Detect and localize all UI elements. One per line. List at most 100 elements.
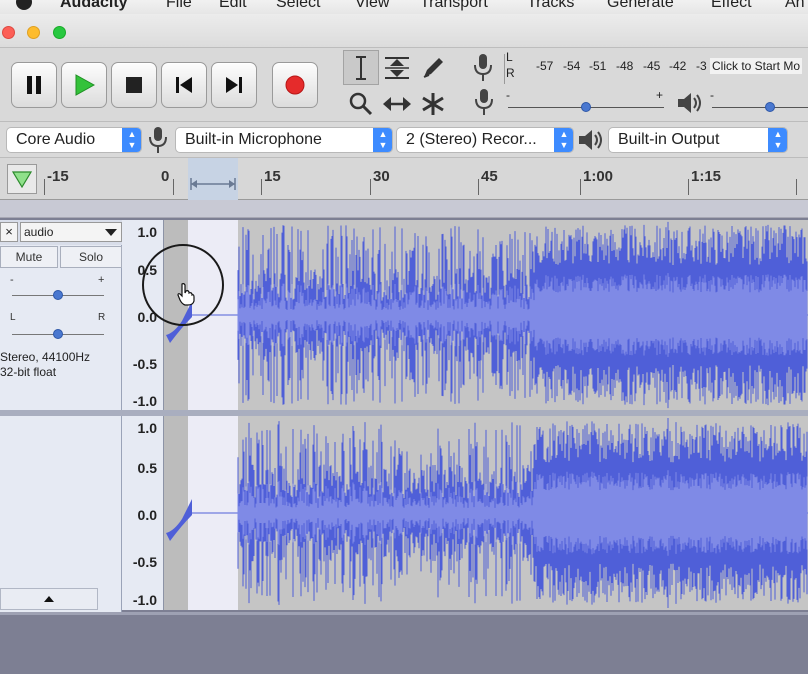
menu-view[interactable]: View bbox=[355, 0, 389, 12]
ruler-label: 30 bbox=[373, 168, 390, 185]
gain-minus-label: - bbox=[10, 274, 14, 286]
play-button[interactable] bbox=[61, 62, 107, 108]
recording-channels-select[interactable]: 2 (Stereo) Recor... ▲ ▼ bbox=[396, 127, 574, 153]
speaker-icon bbox=[579, 130, 602, 150]
menu-generate[interactable]: Generate bbox=[607, 0, 674, 12]
multi-tool[interactable] bbox=[415, 86, 451, 121]
track-name-menu[interactable]: audio bbox=[20, 222, 122, 242]
recording-device-select[interactable]: Built-in Microphone ▲ ▼ bbox=[175, 127, 393, 153]
ruler-label: 1:15 bbox=[691, 168, 722, 185]
track-format-info: Stereo, 44100Hz 32-bit float bbox=[0, 350, 90, 380]
pan-slider-thumb[interactable] bbox=[53, 329, 63, 339]
menu-transport[interactable]: Transport bbox=[420, 0, 488, 12]
skip-to-end-button[interactable] bbox=[211, 62, 257, 108]
ruler-label: 45 bbox=[481, 168, 498, 185]
pan-left-label: L bbox=[10, 312, 16, 323]
amplitude-scale-right: 1.0 0.5 0.0 -0.5 -1.0 bbox=[122, 416, 164, 610]
playback-device-value: Built-in Output bbox=[618, 131, 720, 148]
envelope-tool[interactable] bbox=[379, 50, 415, 85]
ruler-label: 15 bbox=[264, 168, 281, 185]
zoom-window-button[interactable] bbox=[53, 26, 66, 39]
waveform-svg bbox=[166, 221, 808, 409]
play-triangle-icon bbox=[12, 171, 32, 188]
record-button[interactable] bbox=[272, 62, 318, 108]
waveform-channel-right[interactable] bbox=[164, 416, 808, 610]
record-volume-plus: + bbox=[656, 88, 664, 102]
zoom-tool[interactable] bbox=[343, 86, 379, 121]
transport-toolbar: L R -57 -54 -51 -48 -45 -42 -3 Click to … bbox=[0, 48, 808, 122]
menu-file[interactable]: File bbox=[166, 0, 192, 12]
audacity-window: Audacity File Edit Select View Transport… bbox=[0, 0, 808, 674]
microphone-icon bbox=[149, 127, 167, 153]
record-volume-thumb[interactable] bbox=[581, 102, 591, 112]
speaker-icon bbox=[678, 93, 701, 113]
time-shift-tool[interactable] bbox=[379, 86, 415, 121]
menu-analyze[interactable]: An bbox=[785, 0, 805, 12]
selection-region[interactable] bbox=[188, 158, 238, 200]
audio-host-value: Core Audio bbox=[16, 131, 96, 148]
pan-right-label: R bbox=[98, 312, 106, 323]
waveform-channel-left[interactable] bbox=[164, 220, 808, 410]
playback-device-select[interactable]: Built-in Output ▲ ▼ bbox=[608, 127, 788, 153]
microphone-icon bbox=[475, 89, 493, 115]
menu-edit[interactable]: Edit bbox=[219, 0, 247, 12]
playback-volume-slider[interactable] bbox=[712, 107, 808, 108]
scale-label: 1.0 bbox=[137, 224, 157, 240]
db-tick: -45 bbox=[643, 59, 661, 73]
window-titlebar bbox=[0, 14, 808, 48]
playback-volume-thumb[interactable] bbox=[764, 102, 775, 112]
menu-app-name[interactable]: Audacity bbox=[60, 0, 128, 12]
empty-track-area[interactable] bbox=[0, 612, 808, 674]
db-tick: -48 bbox=[616, 59, 634, 73]
chevron-updown-icon: ▲ ▼ bbox=[373, 128, 392, 152]
gain-plus-label: + bbox=[98, 274, 105, 286]
selection-tool[interactable] bbox=[343, 50, 379, 85]
stop-button[interactable] bbox=[111, 62, 157, 108]
menu-tracks[interactable]: Tracks bbox=[527, 0, 574, 12]
db-tick: -3 bbox=[696, 59, 707, 73]
chevron-down-icon bbox=[105, 229, 117, 236]
meter-toolbar: L R -57 -54 -51 -48 -45 -42 -3 Click to … bbox=[466, 48, 808, 122]
hand-cursor-icon bbox=[177, 283, 195, 306]
mute-button[interactable]: Mute bbox=[0, 246, 58, 268]
play-icon bbox=[75, 74, 95, 96]
menu-select[interactable]: Select bbox=[276, 0, 320, 12]
chevron-updown-icon: ▲ ▼ bbox=[768, 128, 787, 152]
timeline-ruler[interactable]: -15 0 15 30 45 1:00 1:15 bbox=[0, 158, 808, 200]
track-control-panel: × audio Mute Solo - + L R Stereo, 44100H… bbox=[0, 220, 122, 612]
minimize-window-button[interactable] bbox=[27, 26, 40, 39]
click-to-start-monitoring[interactable]: Click to Start Mo bbox=[710, 58, 803, 74]
scale-label: 0.5 bbox=[137, 460, 157, 476]
apple-menu-icon[interactable] bbox=[16, 0, 32, 10]
close-track-button[interactable]: × bbox=[0, 222, 18, 242]
selection-range-icon bbox=[190, 178, 236, 190]
microphone-icon bbox=[474, 54, 492, 81]
recording-device-value: Built-in Microphone bbox=[185, 131, 322, 148]
scale-label: -0.5 bbox=[132, 356, 157, 372]
magnifier-icon bbox=[349, 92, 373, 115]
menu-effect[interactable]: Effect bbox=[711, 0, 752, 12]
scale-label: -1.0 bbox=[132, 592, 157, 608]
ruler-label: 0 bbox=[161, 168, 170, 185]
playback-volume-minus: - bbox=[710, 88, 714, 102]
play-head-button[interactable] bbox=[7, 164, 37, 194]
tools-toolbar bbox=[341, 48, 453, 122]
scrub-strip[interactable] bbox=[0, 200, 808, 218]
double-arrow-icon bbox=[383, 96, 411, 111]
gain-slider-thumb[interactable] bbox=[53, 290, 63, 300]
solo-button[interactable]: Solo bbox=[60, 246, 122, 268]
collapse-track-button[interactable] bbox=[0, 588, 98, 610]
db-tick: -57 bbox=[536, 59, 554, 73]
audio-host-select[interactable]: Core Audio ▲ ▼ bbox=[6, 127, 142, 153]
chevron-updown-icon: ▲ ▼ bbox=[554, 128, 573, 152]
envelope-icon bbox=[385, 56, 409, 79]
track-name-label: audio bbox=[24, 225, 54, 239]
db-tick: -54 bbox=[563, 59, 581, 73]
close-window-button[interactable] bbox=[2, 26, 15, 39]
scale-label: 1.0 bbox=[137, 420, 157, 436]
draw-tool[interactable] bbox=[415, 50, 451, 85]
pause-button[interactable] bbox=[11, 62, 57, 108]
device-toolbar: Core Audio ▲ ▼ Built-in Microphone ▲ ▼ 2 (… bbox=[0, 122, 808, 158]
skip-to-start-button[interactable] bbox=[161, 62, 207, 108]
skip-to-end-icon bbox=[226, 77, 242, 93]
